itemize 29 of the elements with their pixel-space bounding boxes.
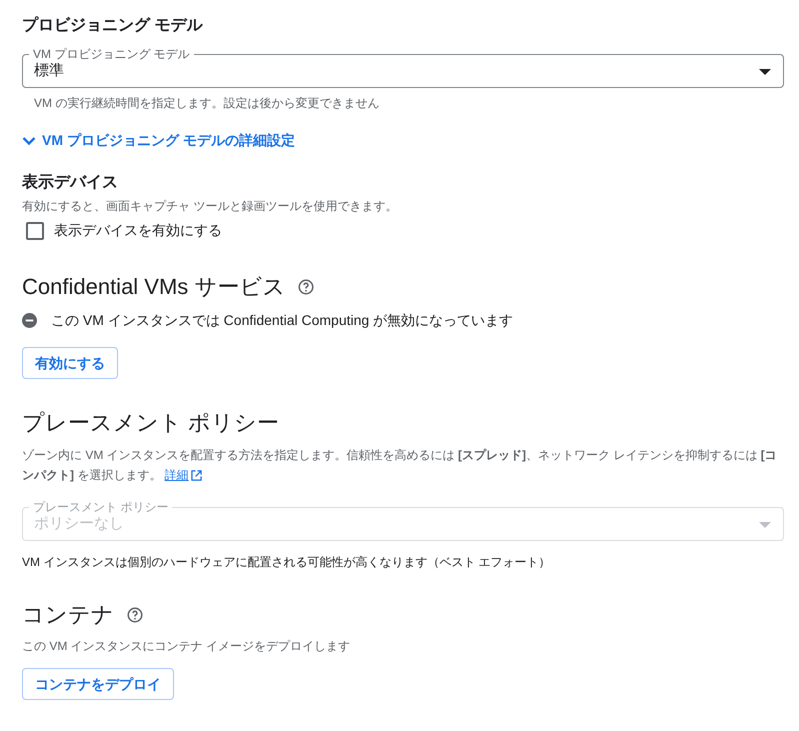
disabled-status-icon xyxy=(22,313,37,328)
help-icon[interactable] xyxy=(126,606,144,624)
enable-button[interactable]: 有効にする xyxy=(22,347,118,379)
field-hint: VM の実行継続時間を指定します。設定は後から変更できません xyxy=(34,95,380,112)
section-heading: プレースメント ポリシー xyxy=(22,409,280,437)
checkbox-label: 表示デバイスを有効にする xyxy=(54,221,222,240)
section-heading: コンテナ xyxy=(22,601,114,629)
help-icon[interactable] xyxy=(297,278,316,296)
field-label: プレースメント ポリシー xyxy=(32,500,170,514)
deploy-container-button[interactable]: コンテナをデプロイ xyxy=(22,668,174,700)
learn-more-link[interactable]: 詳細 xyxy=(164,465,202,485)
external-link-icon xyxy=(190,470,202,480)
dropdown-field[interactable]: VM プロビジョニング モデル 標準 xyxy=(22,47,784,88)
field-value: ポリシーなし xyxy=(34,514,125,534)
section-heading: プロビジョニング モデル xyxy=(22,15,204,36)
section-heading: Confidential VMs サービス xyxy=(22,273,286,301)
section-description: 有効にすると、画面キャプチャ ツールと録画ツールを使用できます。 xyxy=(22,198,398,215)
chevron-icon xyxy=(22,136,36,146)
status-message: この VM インスタンスでは Confidential Computing が無効になっています xyxy=(51,311,514,330)
dropdown-arrow-icon xyxy=(759,68,771,74)
field-hint: VM インスタンスは個別のハードウェアに配置される可能性が高くなります（ベスト エフォート） xyxy=(22,554,552,571)
dropdown-arrow-icon xyxy=(759,522,771,528)
field-label: VM プロビジョニング モデル xyxy=(32,47,191,61)
field-value: 標準 xyxy=(34,61,65,82)
section-description: この VM インスタンスにコンテナ イメージをデプロイします xyxy=(22,638,352,655)
checkbox[interactable] xyxy=(26,222,44,240)
section-heading: 表示デバイス xyxy=(22,172,119,193)
section-description: ゾーン内に VM インスタンスを配置する方法を指定します。信頼性を高めるには [スプレッド]、ネットワーク レイテンシを抑制するには [コンパクト] を選択します。 詳細 xyxy=(22,445,784,485)
advanced-settings-toggle[interactable]: VM プロビジョニング モデルの詳細設定 xyxy=(22,130,295,151)
